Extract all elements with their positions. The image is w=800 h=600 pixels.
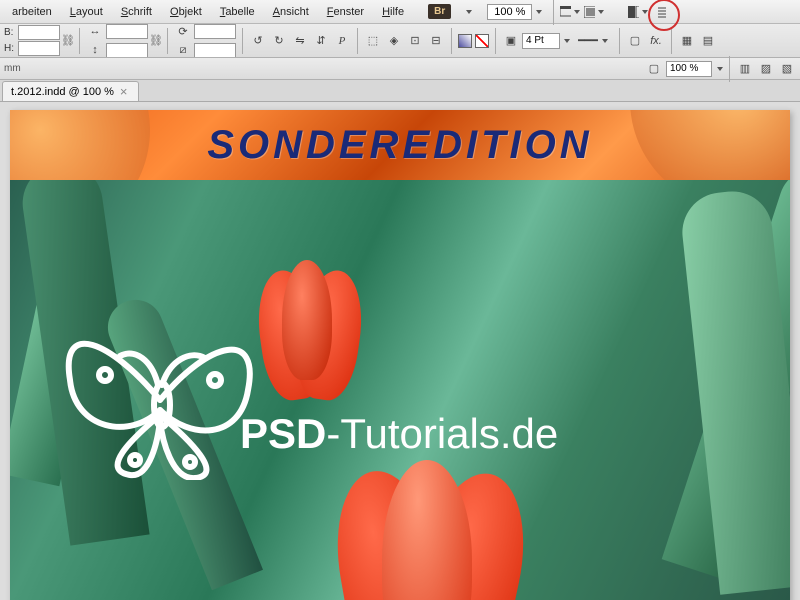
divider [729, 56, 730, 82]
opacity-icon[interactable]: ▢ [645, 60, 663, 78]
rotate-icon: ⟳ [174, 24, 192, 40]
unit-label: mm [4, 63, 21, 74]
height-label: H: [4, 43, 16, 54]
shear-icon: ⧄ [174, 41, 192, 58]
document-page[interactable]: SONDEREDITION [10, 110, 790, 600]
stroke-swatch[interactable] [475, 34, 489, 48]
screen-mode-icon[interactable] [559, 2, 581, 22]
bridge-button[interactable]: Br [428, 4, 451, 19]
text-wrap-jump-icon[interactable]: ▨ [757, 60, 775, 78]
size-fields: B: H: [4, 25, 60, 56]
text-wrap-bounding-icon[interactable]: ▤ [699, 32, 717, 50]
banner-title: SONDEREDITION [207, 123, 592, 168]
control-panel: B: H: ⛓ ↔ ↕ ⛓ ⟳ ⧄ ↺ ↻ ⇋ ⇵ P ⬚ ◈ ⊡ ⊟ ▣ 4 … [0, 24, 800, 58]
control-panel-row2: mm ▢ 100 % ▥ ▨ ▧ [0, 58, 800, 80]
logo-sep: - [326, 410, 340, 457]
divider [495, 28, 496, 54]
fit-frame-icon[interactable]: ⊟ [427, 32, 445, 50]
constrain-proportions-icon[interactable]: ⛓ [63, 27, 73, 55]
menu-bar: arbeiten Layout Schrift Objekt Tabelle A… [0, 0, 800, 24]
fx-icon[interactable]: fx. [647, 32, 665, 50]
menu-arbeiten[interactable]: arbeiten [4, 3, 60, 21]
menu-ansicht[interactable]: Ansicht [265, 3, 317, 21]
stroke-stepper-icon[interactable]: ▣ [502, 32, 520, 50]
height-input[interactable] [18, 41, 60, 56]
document-tab[interactable]: t.2012.indd @ 100 % × [2, 81, 139, 101]
rotate-shear-fields: ⟳ ⧄ [174, 24, 236, 58]
select-content-icon[interactable]: ◈ [385, 32, 403, 50]
flip-v-icon[interactable]: ⇵ [312, 32, 330, 50]
rotate-ccw-icon[interactable]: ↺ [249, 32, 267, 50]
divider [357, 28, 358, 54]
scale-x-icon: ↔ [86, 24, 104, 40]
rotate-cw-icon[interactable]: ↻ [270, 32, 288, 50]
text-wrap-none-icon[interactable]: ▦ [678, 32, 696, 50]
scale-y-icon: ↕ [86, 41, 104, 58]
scale-fields: ↔ ↕ [86, 24, 148, 58]
divider [553, 0, 554, 25]
effects-icon[interactable]: ▢ [626, 32, 644, 50]
bridge-dropdown[interactable] [457, 2, 479, 22]
menu-hilfe[interactable]: Hilfe [374, 3, 412, 21]
photo-background: PSD-Tutorials.de [10, 180, 790, 600]
logo-bold: PSD [240, 410, 326, 457]
banner: SONDEREDITION [10, 110, 790, 180]
divider [79, 28, 80, 54]
workspace-icon[interactable] [651, 2, 673, 22]
zoom-value[interactable]: 100 % [487, 4, 532, 20]
divider [167, 28, 168, 54]
scale-x-input[interactable] [106, 24, 148, 39]
view-mode-icon[interactable] [583, 2, 605, 22]
divider [242, 28, 243, 54]
constrain-scale-icon[interactable]: ⛓ [151, 27, 161, 55]
shear-input[interactable] [194, 43, 236, 58]
divider [451, 28, 452, 54]
arrange-icon[interactable] [627, 2, 649, 22]
width-input[interactable] [18, 25, 60, 40]
logo-text: PSD-Tutorials.de [240, 410, 558, 458]
rotate-input[interactable] [194, 24, 236, 39]
flip-h-icon[interactable]: ⇋ [291, 32, 309, 50]
fit-content-icon[interactable]: ⊡ [406, 32, 424, 50]
stroke-style-icon[interactable]: ━━━ [573, 32, 613, 50]
logo-rest: Tutorials.de [340, 410, 558, 457]
paragraph-icon[interactable]: P [333, 32, 351, 50]
width-label: B: [4, 27, 16, 38]
butterfly-logo-icon [50, 280, 270, 480]
menu-schrift[interactable]: Schrift [113, 3, 160, 21]
menu-objekt[interactable]: Objekt [162, 3, 210, 21]
stroke-weight-control[interactable]: ▣ 4 Pt [502, 32, 570, 50]
divider [619, 28, 620, 54]
select-container-icon[interactable]: ⬚ [364, 32, 382, 50]
scale-y-input[interactable] [106, 43, 148, 58]
text-wrap-jump-next-icon[interactable]: ▧ [778, 60, 796, 78]
canvas[interactable]: SONDEREDITION [0, 102, 800, 600]
divider [671, 28, 672, 54]
stroke-weight-value[interactable]: 4 Pt [522, 33, 560, 49]
fill-swatch[interactable] [458, 34, 472, 48]
zoom-control[interactable]: 100 % [487, 4, 542, 20]
document-tab-title: t.2012.indd @ 100 % [11, 86, 114, 98]
document-tab-bar: t.2012.indd @ 100 % × [0, 80, 800, 102]
close-tab-icon[interactable]: × [120, 85, 128, 98]
menu-fenster[interactable]: Fenster [319, 3, 372, 21]
menu-tabelle[interactable]: Tabelle [212, 3, 263, 21]
opacity-value[interactable]: 100 % [666, 61, 712, 77]
tulip-graphic [330, 460, 530, 600]
text-wrap-shape-icon[interactable]: ▥ [736, 60, 754, 78]
menu-layout[interactable]: Layout [62, 3, 111, 21]
